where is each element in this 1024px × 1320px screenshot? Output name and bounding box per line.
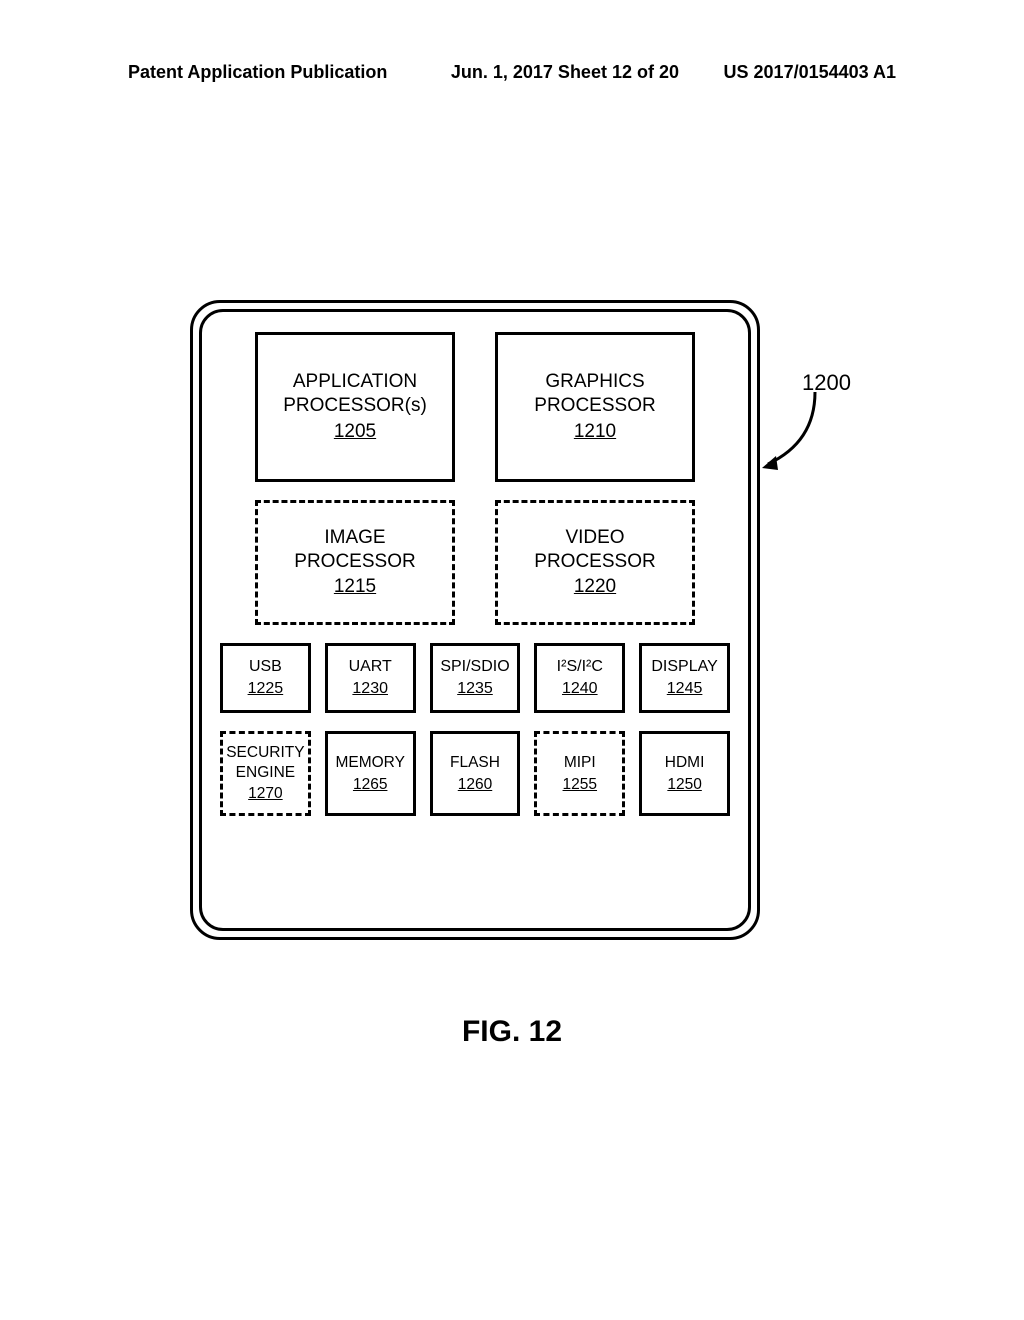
row-processors: APPLICATION PROCESSOR(s) 1205 GRAPHICS P…: [220, 332, 730, 482]
figure-12-diagram: APPLICATION PROCESSOR(s) 1205 GRAPHICS P…: [190, 300, 760, 940]
row-io-top: USB 1225 UART 1230 SPI/SDIO 1235 I²S/I²C…: [220, 643, 730, 713]
block-ref: 1240: [562, 679, 598, 699]
block-title: I²S/I²C: [557, 657, 603, 677]
block-ref: 1265: [353, 775, 387, 794]
block-title-line2: PROCESSOR: [534, 394, 655, 418]
block-security-engine: SECURITY ENGINE 1270: [220, 731, 311, 816]
block-title-line1: SECURITY: [226, 743, 304, 762]
row-media-processors: IMAGE PROCESSOR 1215 VIDEO PROCESSOR 122…: [220, 500, 730, 625]
block-title-line1: VIDEO: [565, 526, 624, 550]
block-ref: 1220: [574, 575, 616, 599]
block-title: DISPLAY: [651, 657, 717, 677]
block-ref: 1225: [248, 679, 284, 699]
block-title: MIPI: [564, 753, 596, 772]
block-title-line1: GRAPHICS: [545, 370, 644, 394]
block-title-line1: APPLICATION: [293, 370, 417, 394]
header-left: Patent Application Publication: [128, 62, 387, 83]
block-image-processor: IMAGE PROCESSOR 1215: [255, 500, 455, 625]
block-ref: 1260: [458, 775, 492, 794]
block-flash: FLASH 1260: [430, 731, 521, 816]
chip-inner-border: APPLICATION PROCESSOR(s) 1205 GRAPHICS P…: [199, 309, 751, 931]
block-ref: 1270: [248, 784, 282, 803]
block-ref: 1215: [334, 575, 376, 599]
block-title: MEMORY: [335, 753, 404, 772]
figure-caption: FIG. 12: [0, 1015, 1024, 1049]
block-hdmi: HDMI 1250: [639, 731, 730, 816]
page-header: Patent Application Publication Jun. 1, 2…: [0, 62, 1024, 83]
block-ref: 1255: [563, 775, 597, 794]
block-memory: MEMORY 1265: [325, 731, 416, 816]
block-uart: UART 1230: [325, 643, 416, 713]
block-title: USB: [249, 657, 282, 677]
block-video-processor: VIDEO PROCESSOR 1220: [495, 500, 695, 625]
block-spi-sdio: SPI/SDIO 1235: [430, 643, 521, 713]
block-graphics-processor: GRAPHICS PROCESSOR 1210: [495, 332, 695, 482]
block-mipi: MIPI 1255: [534, 731, 625, 816]
block-title-line1: IMAGE: [324, 526, 385, 550]
block-application-processor: APPLICATION PROCESSOR(s) 1205: [255, 332, 455, 482]
block-title: FLASH: [450, 753, 500, 772]
row-io-bottom: SECURITY ENGINE 1270 MEMORY 1265 FLASH 1…: [220, 731, 730, 816]
block-i2s-i2c: I²S/I²C 1240: [534, 643, 625, 713]
leader-arrow-icon: [760, 392, 820, 472]
block-title: SPI/SDIO: [440, 657, 509, 677]
block-title: UART: [349, 657, 392, 677]
block-title-line2: PROCESSOR(s): [283, 394, 427, 418]
block-ref: 1230: [352, 679, 388, 699]
block-ref: 1245: [667, 679, 703, 699]
block-ref: 1210: [574, 420, 616, 444]
block-title-line2: ENGINE: [236, 763, 295, 782]
block-display: DISPLAY 1245: [639, 643, 730, 713]
block-ref: 1235: [457, 679, 493, 699]
block-title-line2: PROCESSOR: [294, 550, 415, 574]
block-ref: 1250: [667, 775, 701, 794]
block-title-line2: PROCESSOR: [534, 550, 655, 574]
header-mid: Jun. 1, 2017 Sheet 12 of 20: [407, 62, 722, 83]
header-right: US 2017/0154403 A1: [724, 62, 896, 83]
block-title: HDMI: [665, 753, 705, 772]
block-ref: 1205: [334, 420, 376, 444]
block-usb: USB 1225: [220, 643, 311, 713]
chip-reference-label: 1200: [802, 370, 851, 396]
